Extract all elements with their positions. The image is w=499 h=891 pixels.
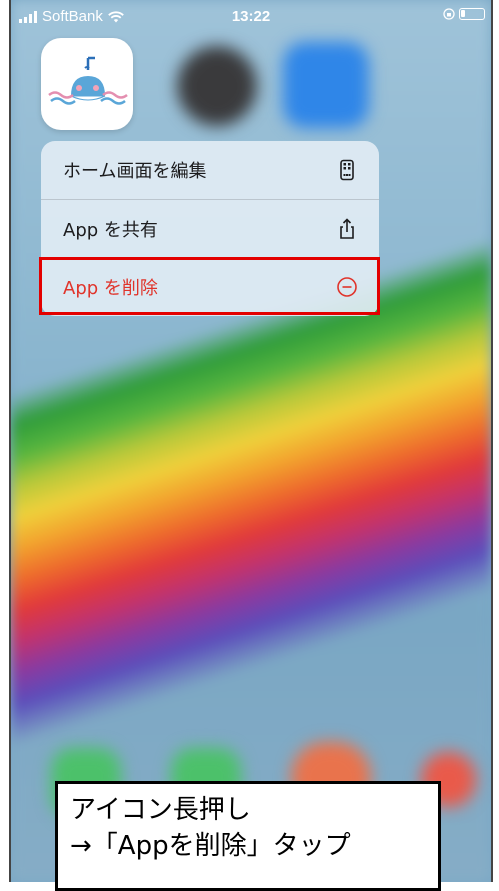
battery-icon xyxy=(459,8,485,20)
background-app-icon xyxy=(283,42,369,128)
whale-app-icon[interactable] xyxy=(41,38,133,130)
edit-home-screen-item[interactable]: ホーム画面を編集 xyxy=(41,141,379,199)
minus-circle-icon xyxy=(337,276,357,297)
caption-line-2: →「Appを削除」タップ xyxy=(70,831,351,861)
edit-home-screen-label: ホーム画面を編集 xyxy=(63,161,207,182)
status-right-group xyxy=(443,8,485,20)
delete-app-label: App を削除 xyxy=(63,277,158,299)
share-icon xyxy=(340,217,354,239)
context-menu: ホーム画面を編集 App を共有 App を削除 xyxy=(41,141,379,316)
status-bar: SoftBank 13:22 xyxy=(11,0,491,32)
background-app-icon xyxy=(177,46,257,126)
whale-icon xyxy=(48,56,128,105)
phone-screen: SoftBank 13:22 ホーム画面を編集 App を共有 App を削除 xyxy=(9,0,493,882)
delete-app-item[interactable]: App を削除 xyxy=(41,257,379,315)
phone-edit-icon xyxy=(340,159,354,181)
orientation-lock-icon xyxy=(443,8,455,20)
share-app-label: App を共有 xyxy=(63,219,158,241)
instruction-caption: アイコン長押し →「Appを削除」タップ xyxy=(55,781,441,891)
clock: 13:22 xyxy=(231,8,271,25)
share-app-item[interactable]: App を共有 xyxy=(41,199,379,257)
caption-line-1: アイコン長押し xyxy=(70,795,251,825)
